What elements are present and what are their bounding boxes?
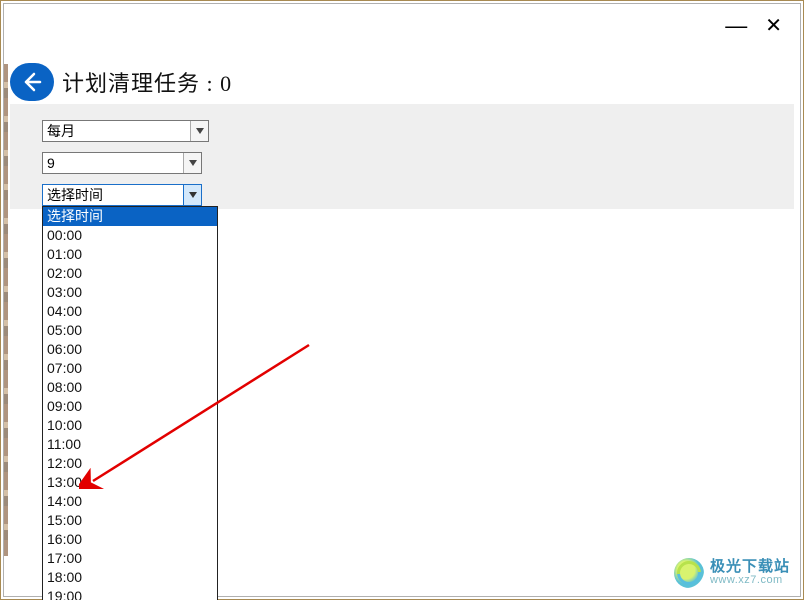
watermark-title: 极光下载站 bbox=[710, 559, 790, 575]
time-option[interactable]: 05:00 bbox=[43, 321, 217, 340]
watermark: 极光下载站 www.xz7.com bbox=[674, 558, 790, 588]
time-option[interactable]: 11:00 bbox=[43, 435, 217, 454]
time-option[interactable]: 选择时间 bbox=[43, 207, 217, 226]
time-option[interactable]: 12:00 bbox=[43, 454, 217, 473]
time-option[interactable]: 00:00 bbox=[43, 226, 217, 245]
chevron-down-icon bbox=[183, 185, 201, 205]
time-select[interactable]: 选择时间 bbox=[42, 184, 202, 206]
chevron-down-icon bbox=[190, 121, 208, 141]
header-row: 计划清理任务 : 0 bbox=[10, 62, 232, 102]
decorative-edge bbox=[4, 64, 8, 556]
page-title: 计划清理任务 : 0 bbox=[62, 66, 232, 98]
frequency-select-value: 每月 bbox=[43, 121, 190, 141]
time-option[interactable]: 10:00 bbox=[43, 416, 217, 435]
time-option[interactable]: 04:00 bbox=[43, 302, 217, 321]
close-button[interactable]: ✕ bbox=[765, 16, 782, 36]
time-option[interactable]: 14:00 bbox=[43, 492, 217, 511]
time-select-value: 选择时间 bbox=[43, 185, 183, 205]
time-option[interactable]: 09:00 bbox=[43, 397, 217, 416]
watermark-text: 极光下载站 www.xz7.com bbox=[710, 559, 790, 586]
minimize-button[interactable]: — bbox=[725, 21, 747, 31]
time-option[interactable]: 18:00 bbox=[43, 568, 217, 587]
time-option[interactable]: 03:00 bbox=[43, 283, 217, 302]
window-body: — ✕ 计划清理任务 : 0 每月 9 bbox=[3, 3, 801, 597]
time-option[interactable]: 02:00 bbox=[43, 264, 217, 283]
time-option[interactable]: 17:00 bbox=[43, 549, 217, 568]
time-option[interactable]: 15:00 bbox=[43, 511, 217, 530]
time-option[interactable]: 13:00 bbox=[43, 473, 217, 492]
frequency-select[interactable]: 每月 bbox=[42, 120, 209, 142]
time-option[interactable]: 19:00 bbox=[43, 587, 217, 600]
time-option[interactable]: 06:00 bbox=[43, 340, 217, 359]
watermark-logo-icon bbox=[674, 558, 704, 588]
time-select-dropdown[interactable]: 选择时间00:0001:0002:0003:0004:0005:0006:000… bbox=[42, 206, 218, 600]
day-select-value: 9 bbox=[43, 155, 183, 171]
day-select[interactable]: 9 bbox=[42, 152, 202, 174]
time-option[interactable]: 08:00 bbox=[43, 378, 217, 397]
arrow-left-icon bbox=[20, 70, 44, 94]
chevron-down-icon bbox=[183, 153, 201, 173]
back-button[interactable] bbox=[10, 63, 54, 101]
time-option[interactable]: 01:00 bbox=[43, 245, 217, 264]
titlebar-controls: — ✕ bbox=[725, 16, 782, 36]
time-option[interactable]: 16:00 bbox=[43, 530, 217, 549]
time-option[interactable]: 07:00 bbox=[43, 359, 217, 378]
watermark-url: www.xz7.com bbox=[710, 575, 790, 587]
